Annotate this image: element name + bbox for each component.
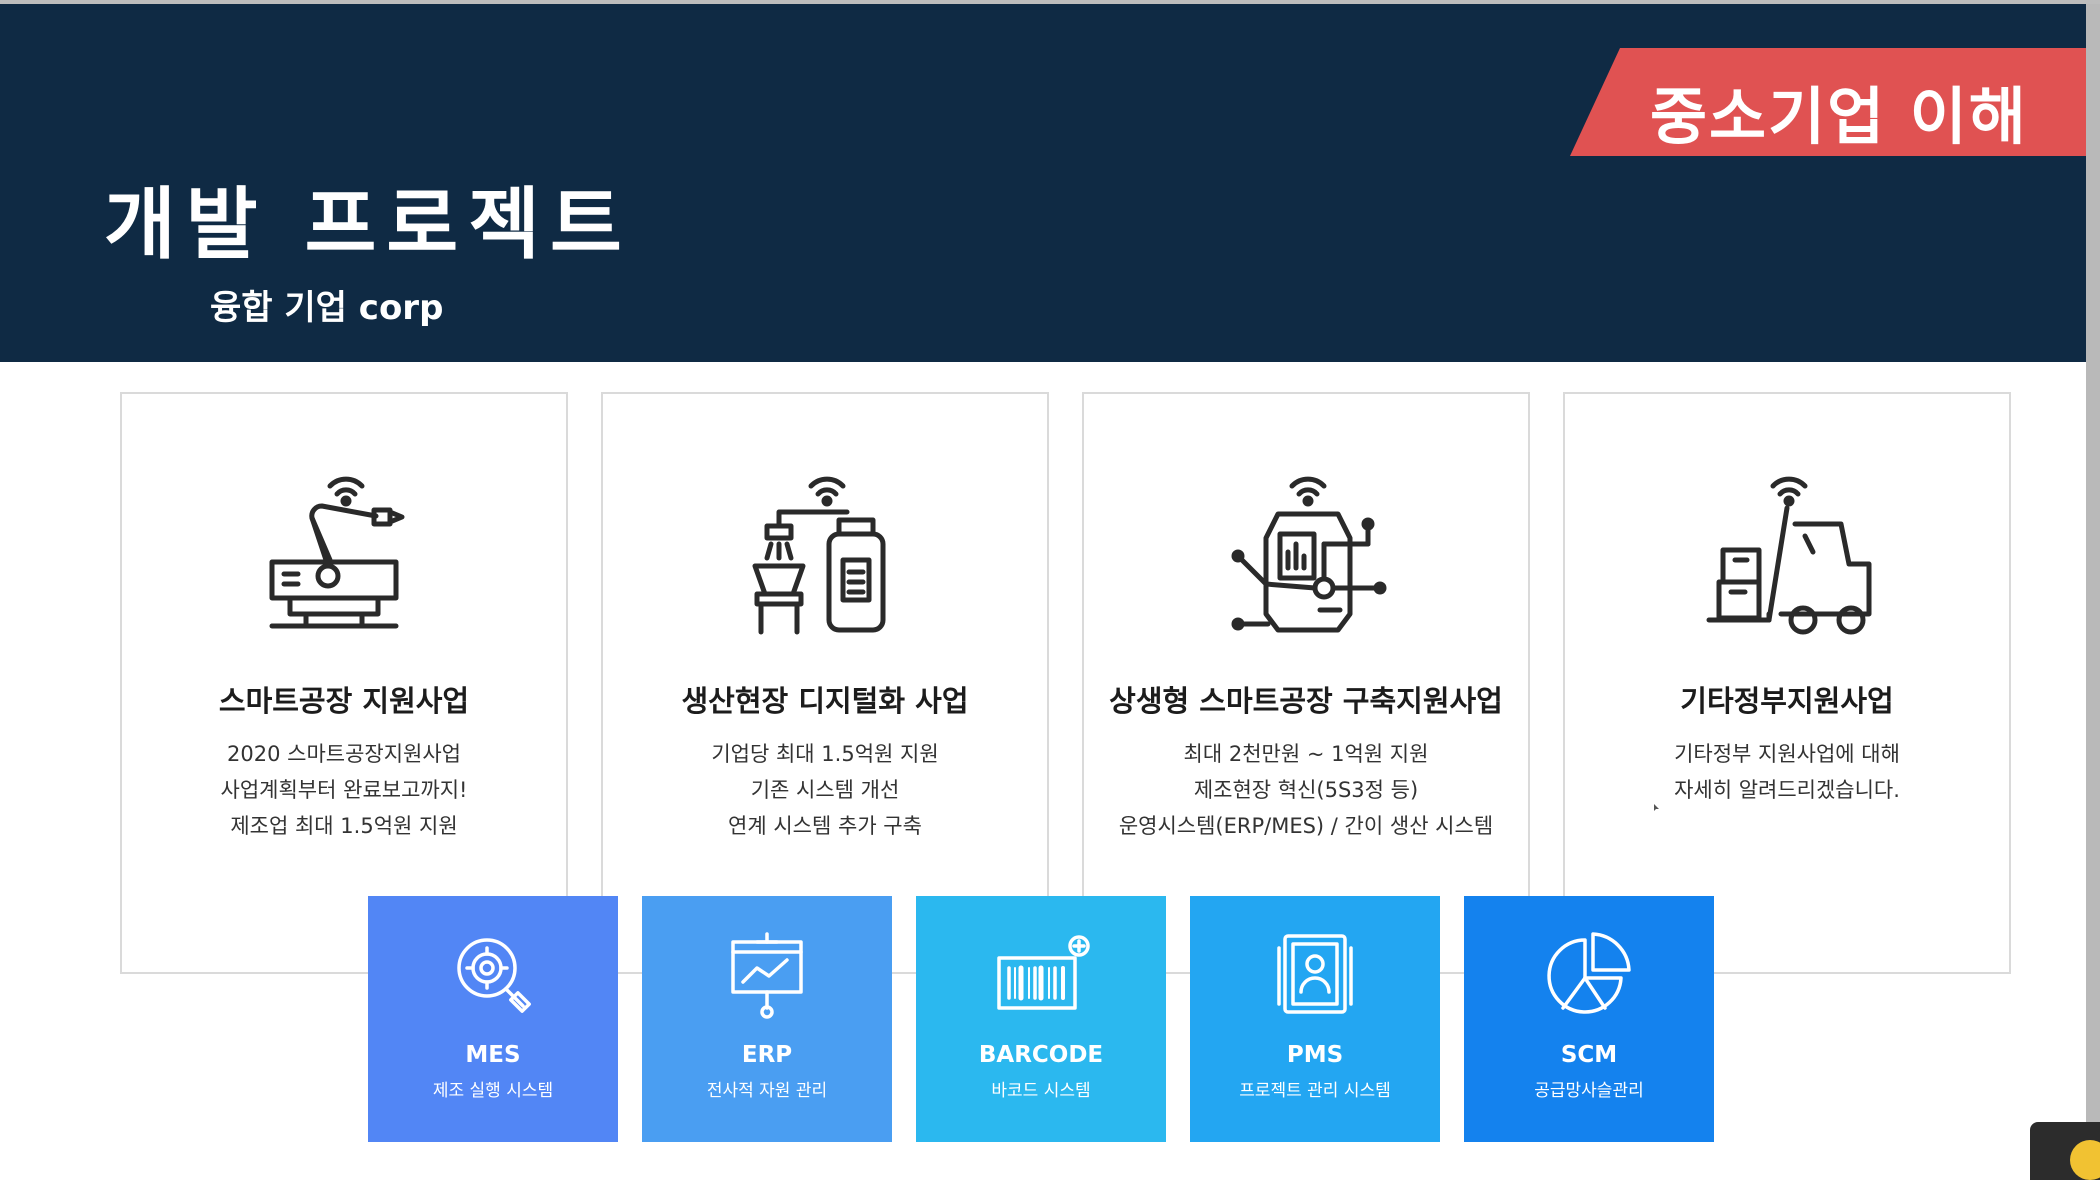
- tile-barcode[interactable]: BARCODE 바코드 시스템: [916, 896, 1166, 1142]
- card-description: 최대 2천만원 ~ 1억원 지원 제조현장 혁신(5S3정 등) 운영시스템(E…: [1084, 736, 1528, 844]
- card-description: 기업당 최대 1.5억원 지원 기존 시스템 개선 연계 시스템 추가 구축: [603, 736, 1047, 844]
- card-title: 기타정부지원사업: [1680, 684, 1894, 718]
- card-description: 2020 스마트공장지원사업 사업계획부터 완료보고까지! 제조업 최대 1.5…: [122, 736, 566, 844]
- card-line: 사업계획부터 완료보고까지!: [220, 778, 468, 802]
- section-ribbon: 중소기업 이해: [1570, 48, 2086, 156]
- card-line: 기타정부 지원사업에 대해: [1674, 742, 1900, 766]
- avatar-face-icon: [2070, 1140, 2100, 1180]
- tile-label: ERP: [741, 1042, 793, 1068]
- card-title: 생산현장 디지털화 사업: [681, 684, 969, 718]
- window-edge: [2086, 4, 2100, 1180]
- chart-board-icon: [731, 932, 803, 1019]
- card-digitalization: 생산현장 디지털화 사업 기업당 최대 1.5억원 지원 기존 시스템 개선 연…: [601, 392, 1049, 974]
- factory-machine-icon: [752, 476, 886, 635]
- page-subtitle: 융합 기업 corp: [210, 288, 444, 328]
- page-title: 개발 프로젝트: [104, 180, 632, 270]
- pie-chart-icon: [1547, 932, 1631, 1014]
- card-other-government: 기타정부지원사업 기타정부 지원사업에 대해 자세히 알려드리겠습니다.: [1563, 392, 2011, 974]
- tile-label: MES: [465, 1042, 521, 1068]
- barcode-icon: [997, 935, 1090, 1010]
- card-line: 최대 2천만원 ~ 1억원 지원: [1183, 742, 1429, 766]
- card-line: 기존 시스템 개선: [750, 778, 900, 802]
- card-line: 연계 시스템 추가 구축: [728, 814, 922, 838]
- presentation-slide: 개발 프로젝트 융합 기업 corp 중소기업 이해 스마트공장 지원사업 20: [0, 4, 2086, 1180]
- robot-arm-icon: [269, 476, 405, 629]
- gear-search-icon: [457, 938, 531, 1013]
- tile-label: SCM: [1560, 1042, 1618, 1068]
- tile-label: PMS: [1286, 1042, 1344, 1068]
- card-line: 2020 스마트공장지원사업: [227, 742, 461, 766]
- smart-chip-icon: [1231, 476, 1387, 633]
- card-line: 자세히 알려드리겠습니다.: [1674, 778, 1900, 802]
- card-line: 운영시스템(ERP/MES) / 간이 생산 시스템: [1118, 814, 1494, 838]
- forklift-icon: [1706, 476, 1872, 635]
- tile-sublabel: 공급망사슬관리: [1534, 1081, 1644, 1101]
- tile-sublabel: 바코드 시스템: [991, 1081, 1091, 1101]
- tile-sublabel: 프로젝트 관리 시스템: [1239, 1081, 1391, 1101]
- card-description: 기타정부 지원사업에 대해 자세히 알려드리겠습니다.: [1565, 736, 2009, 808]
- card-title: 스마트공장 지원사업: [218, 684, 470, 718]
- section-ribbon-label: 중소기업 이해: [1650, 80, 2028, 153]
- tile-sublabel: 전사적 자원 관리: [706, 1081, 828, 1101]
- card-win-win-factory: 상생형 스마트공장 구축지원사업 최대 2천만원 ~ 1억원 지원 제조현장 혁…: [1082, 392, 1530, 974]
- mouse-cursor-icon: [1654, 804, 1659, 811]
- slide-header: 개발 프로젝트 융합 기업 corp 중소기업 이해: [0, 4, 2086, 362]
- card-smart-factory: 스마트공장 지원사업 2020 스마트공장지원사업 사업계획부터 완료보고까지!…: [120, 392, 568, 974]
- id-card-icon: [1277, 934, 1353, 1014]
- tile-sublabel: 제조 실행 시스템: [432, 1081, 554, 1101]
- tile-scm[interactable]: SCM 공급망사슬관리: [1464, 896, 1714, 1142]
- tile-mes[interactable]: MES 제조 실행 시스템: [368, 896, 618, 1142]
- tile-pms[interactable]: PMS 프로젝트 관리 시스템: [1190, 896, 1440, 1142]
- card-title: 상생형 스마트공장 구축지원사업: [1109, 684, 1503, 718]
- presenter-avatar[interactable]: [2030, 1122, 2100, 1180]
- tile-label: BARCODE: [978, 1042, 1104, 1068]
- tile-erp[interactable]: ERP 전사적 자원 관리: [642, 896, 892, 1142]
- card-line: 제조현장 혁신(5S3정 등): [1193, 778, 1419, 802]
- card-line: 제조업 최대 1.5억원 지원: [230, 814, 458, 838]
- card-line: 기업당 최대 1.5억원 지원: [711, 742, 939, 766]
